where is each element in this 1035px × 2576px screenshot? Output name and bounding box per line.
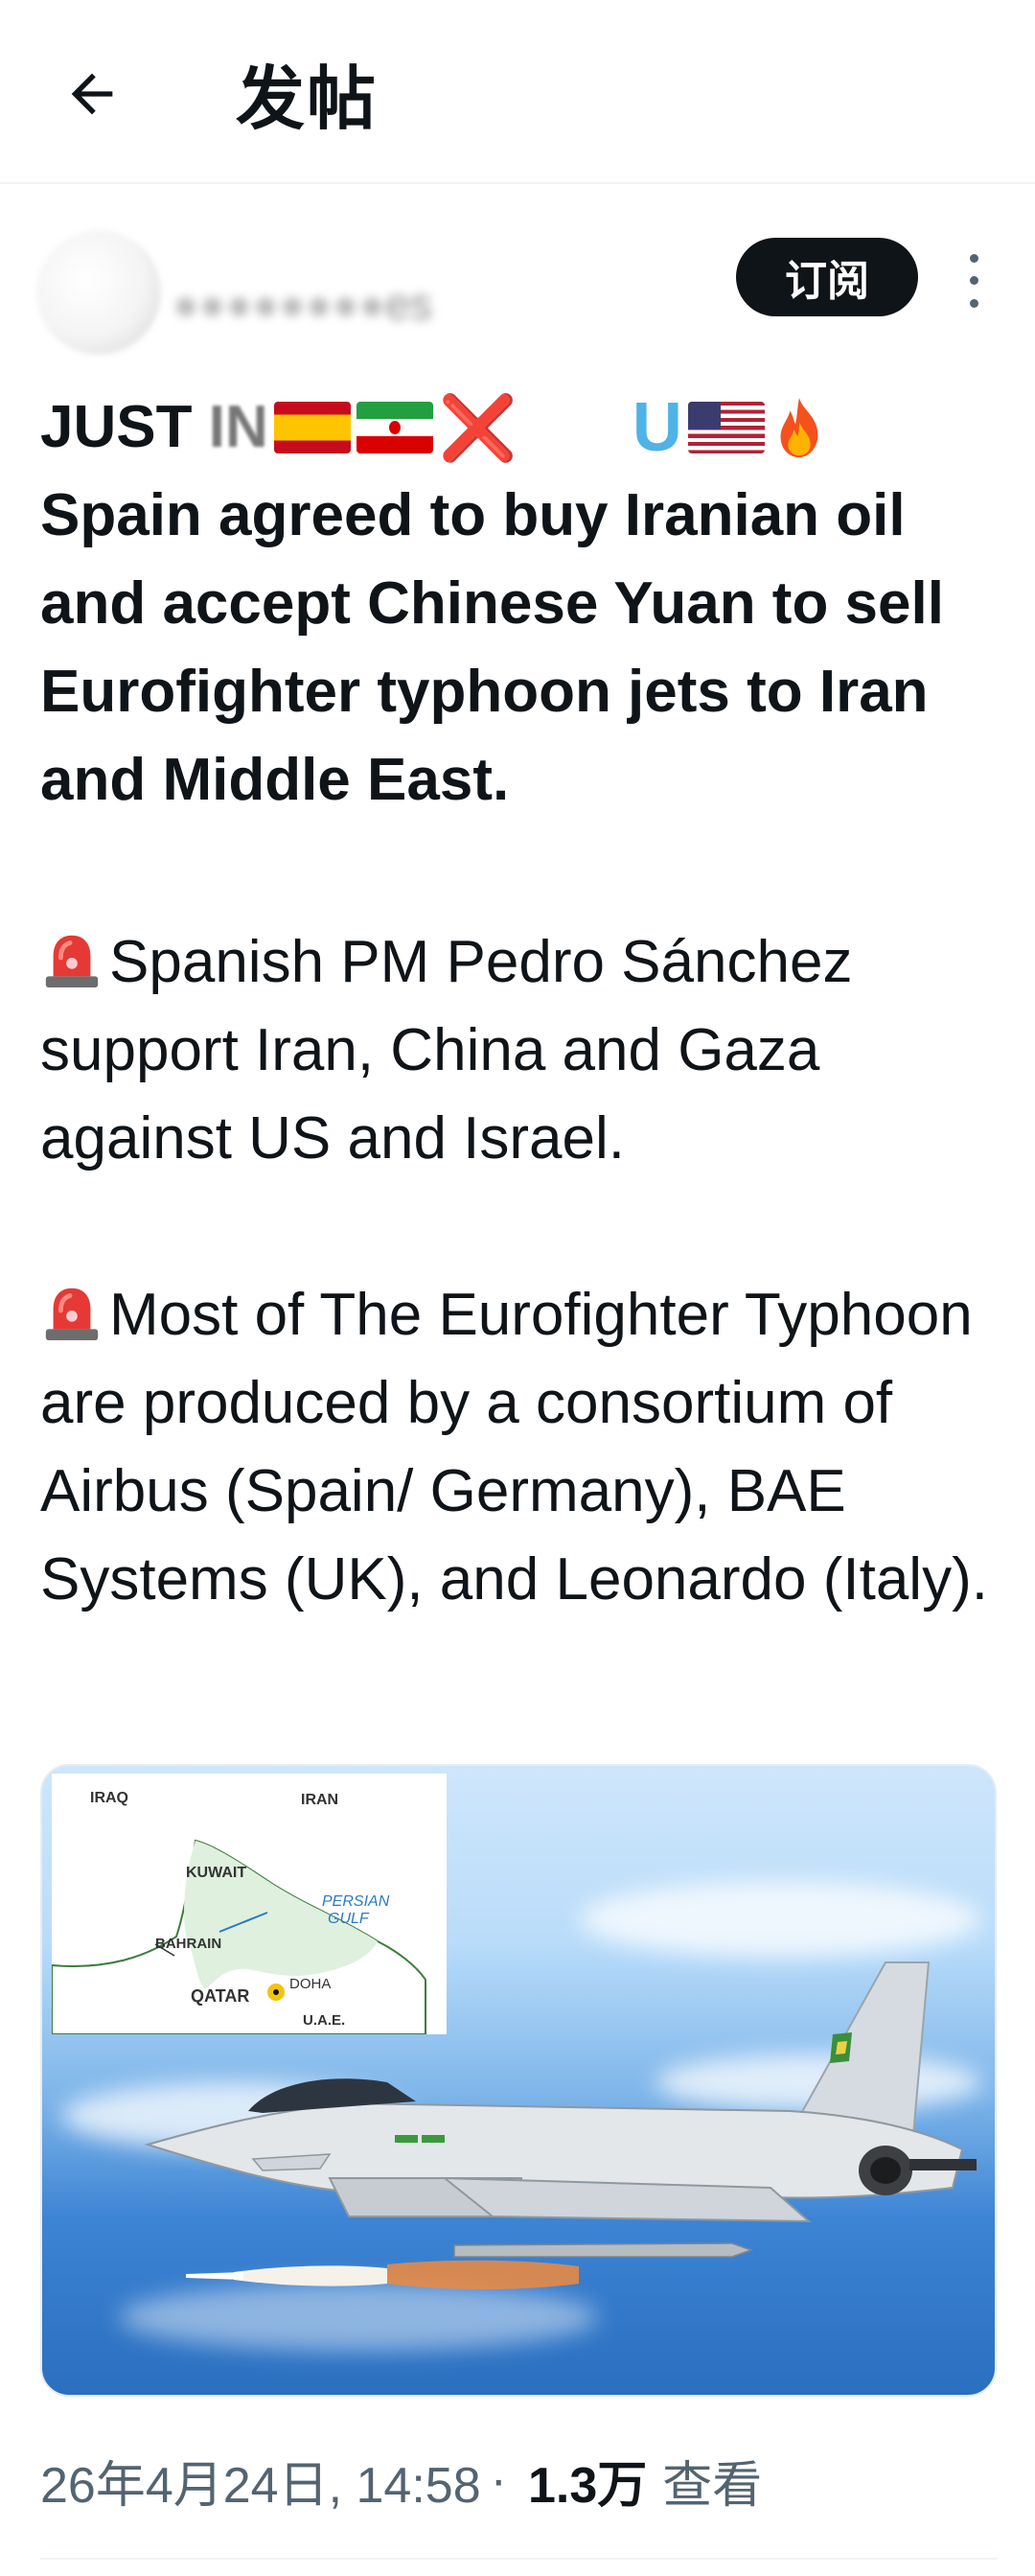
map-label-iraq: IRAQ xyxy=(90,1790,128,1806)
map-label-kuwait: KUWAIT xyxy=(186,1865,246,1881)
u-letter-icon: U xyxy=(632,389,682,466)
back-button[interactable] xyxy=(54,56,130,132)
tweet-body: Spanish PM Pedro Sánchez support Iran, C… xyxy=(40,918,1008,1624)
cross-mark-icon: ❌ xyxy=(438,392,518,463)
divider xyxy=(40,2558,997,2560)
top-bar: 发帖 xyxy=(0,0,1035,184)
us-flag-icon xyxy=(687,402,765,453)
more-vertical-icon[interactable] xyxy=(954,247,993,314)
headline-prefix: JUST xyxy=(40,394,209,460)
map-label-gulf: GULF xyxy=(328,1911,370,1927)
map-inset: IRAQ IRAN KUWAIT PERSIAN GULF BAHRAIN DO… xyxy=(51,1774,447,2035)
headline-first-line: JUST IN ❌ U xyxy=(40,383,1008,472)
avatar[interactable] xyxy=(36,230,161,355)
author-name-tail: es xyxy=(385,279,432,329)
persian-gulf-map: IRAQ IRAN KUWAIT PERSIAN GULF BAHRAIN DO… xyxy=(51,1774,447,2035)
paragraph-2-text: Most of The Eurofighter Typhoon are prod… xyxy=(40,1282,988,1613)
spain-flag-icon xyxy=(273,402,351,453)
iran-flag-icon xyxy=(356,402,433,453)
tweet-meta: 26年4月24日, 14:58 · 1.3万 查看 xyxy=(40,2447,762,2514)
headline-text: Spain agreed to buy Iranian oil and acce… xyxy=(40,482,944,813)
page-title: 发帖 xyxy=(236,58,379,139)
views-count: 1.3万 xyxy=(527,2457,648,2514)
meta-separator: · xyxy=(490,2452,507,2508)
arrow-left-icon xyxy=(71,73,113,115)
author-name[interactable]: ●●●●●●●●es xyxy=(172,278,432,330)
paragraph-1: Spanish PM Pedro Sánchez support Iran, C… xyxy=(40,918,1008,1183)
subscribe-button[interactable]: 订阅 xyxy=(736,238,918,316)
tweet-media-image[interactable]: IRAQ IRAN KUWAIT PERSIAN GULF BAHRAIN DO… xyxy=(40,1764,997,2397)
paragraph-2: Most of The Eurofighter Typhoon are prod… xyxy=(40,1271,1008,1624)
paragraph-1-text: Spanish PM Pedro Sánchez support Iran, C… xyxy=(40,929,853,1172)
views-label: 查看 xyxy=(662,2457,763,2514)
map-label-doha: DOHA xyxy=(289,1976,331,1992)
headline-prefix-blurred: IN xyxy=(208,394,268,460)
map-label-iran: IRAN xyxy=(301,1792,338,1808)
author-row: ●●●●●●●●es 订阅 xyxy=(0,220,1035,364)
fire-icon xyxy=(780,397,818,458)
map-label-uae: U.A.E. xyxy=(303,2012,345,2029)
tweet-headline: JUST IN ❌ U Spain agreed to buy Iranian … xyxy=(40,383,1008,824)
map-label-qatar: QATAR xyxy=(191,1986,249,2006)
siren-icon xyxy=(45,1288,99,1341)
siren-icon xyxy=(45,935,99,988)
timestamp[interactable]: 26年4月24日, 14:58 xyxy=(40,2445,481,2517)
map-label-persian: PERSIAN xyxy=(322,1893,390,1910)
map-label-bahrain: BAHRAIN xyxy=(155,1936,221,1952)
